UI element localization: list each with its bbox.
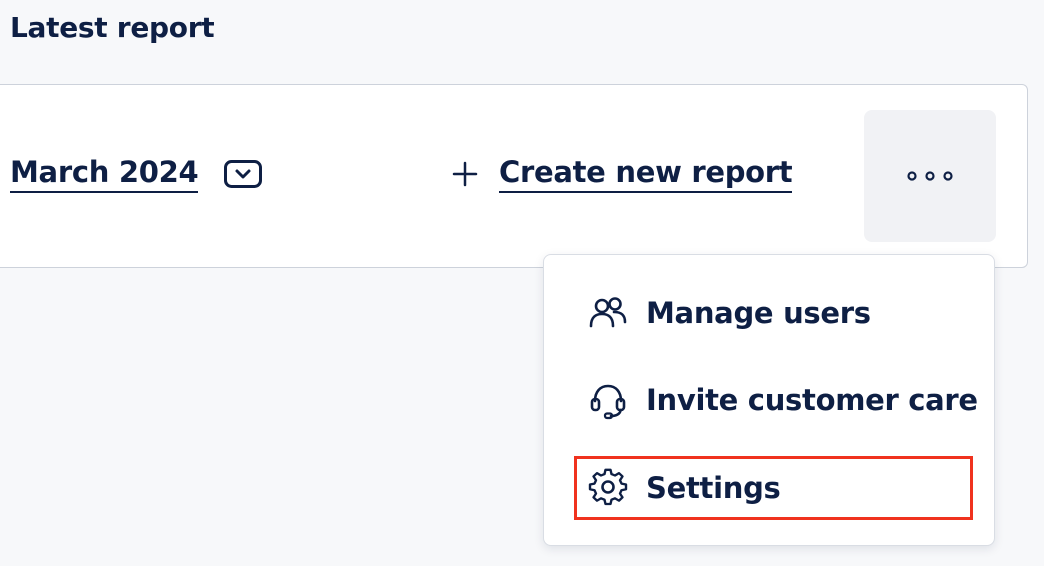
- plus-icon: [452, 161, 478, 186]
- gear-icon: [588, 468, 628, 506]
- create-report-label[interactable]: Create new report: [499, 154, 793, 193]
- menu-item-manage-users[interactable]: Manage users: [574, 281, 974, 345]
- options-menu: Manage users Invite customer care Settin…: [543, 254, 995, 546]
- menu-item-invite-customer-care[interactable]: Invite customer care: [574, 368, 978, 432]
- more-options-button[interactable]: [864, 110, 996, 242]
- menu-item-label: Settings: [646, 471, 781, 505]
- page-title: Latest report: [10, 11, 215, 44]
- chevron-down-icon[interactable]: [224, 159, 263, 188]
- create-report-button[interactable]: Create new report: [451, 154, 793, 193]
- users-icon: [589, 297, 627, 328]
- period-selector[interactable]: March 2024: [10, 154, 263, 193]
- menu-item-label: Manage users: [646, 296, 871, 330]
- more-dots-icon: [907, 171, 953, 181]
- headset-icon: [590, 384, 626, 420]
- menu-item-settings[interactable]: Settings: [574, 456, 973, 520]
- period-link[interactable]: March 2024: [10, 154, 199, 193]
- menu-item-label: Invite customer care: [646, 383, 978, 417]
